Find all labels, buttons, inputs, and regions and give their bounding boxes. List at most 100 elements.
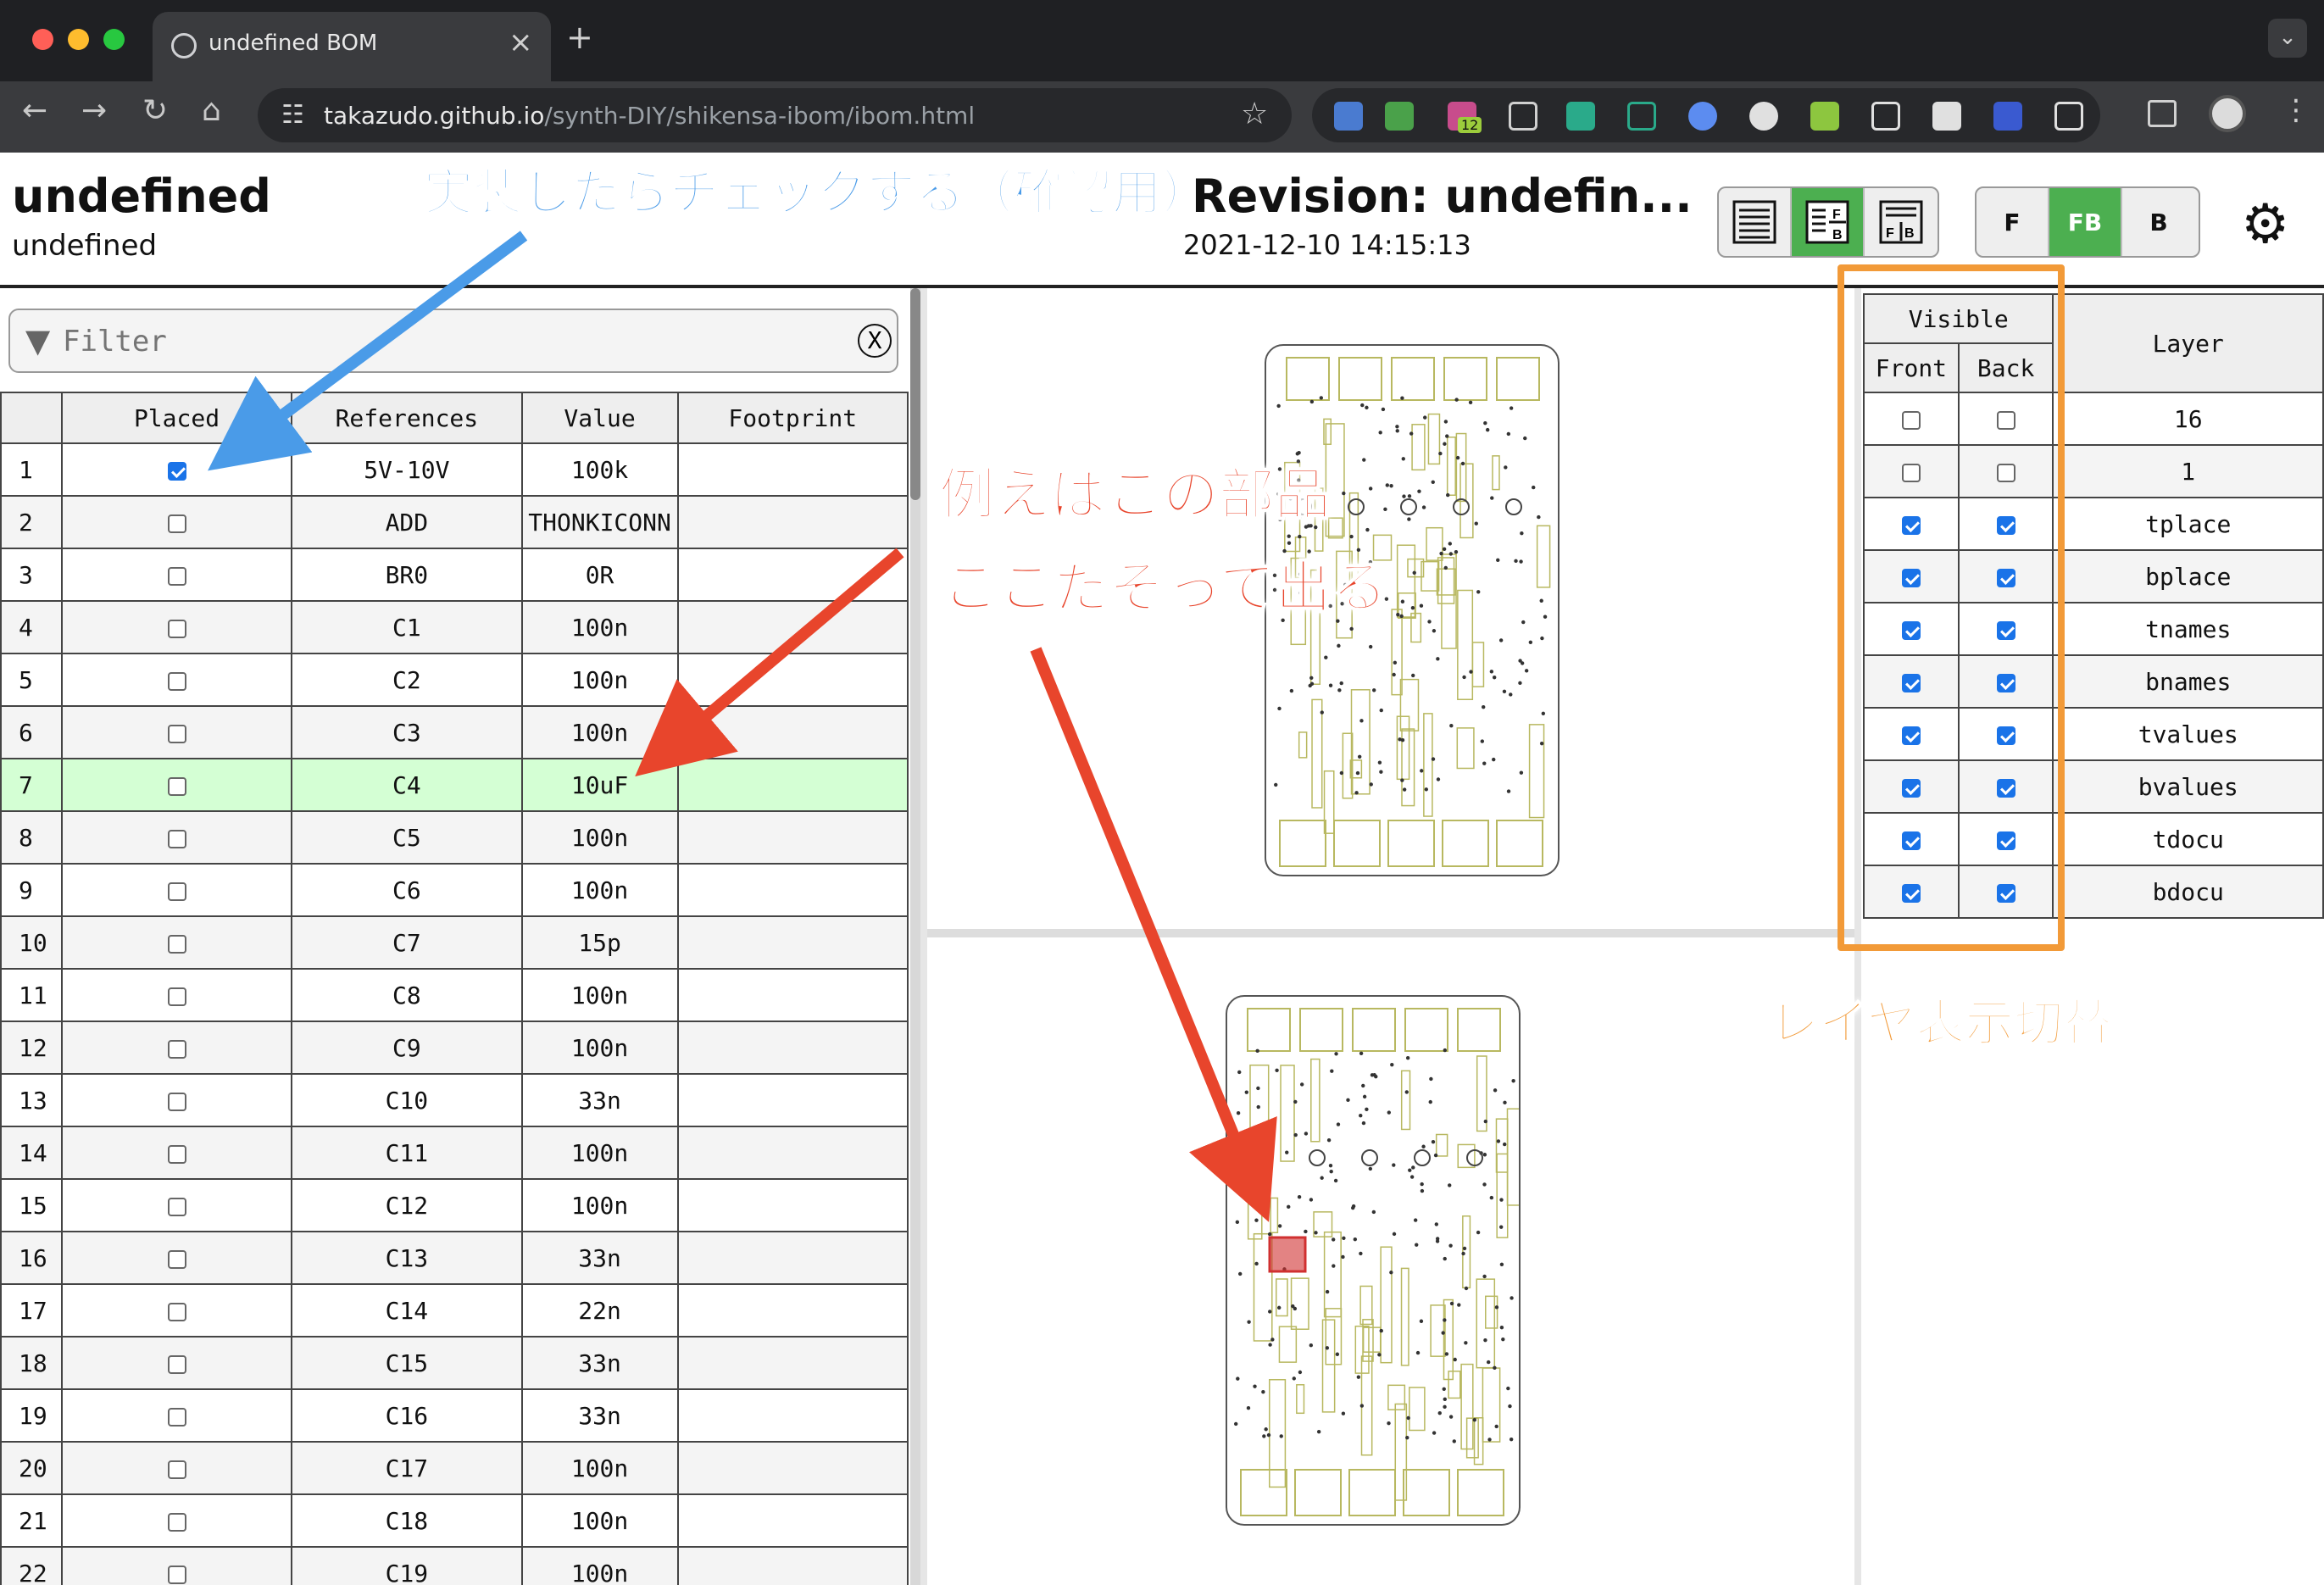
front-visible-checkbox[interactable]	[1901, 463, 1921, 482]
col-num-header[interactable]	[0, 392, 63, 444]
extension-icon[interactable]: 12	[1448, 102, 1482, 133]
table-row[interactable]: 22 C19 100n	[0, 1546, 909, 1585]
horizontal-splitter[interactable]	[927, 929, 1856, 937]
bom-top-drawings-bottom-button[interactable]: FB	[1865, 188, 1938, 256]
forward-icon[interactable]: →	[81, 93, 107, 128]
placed-checkbox[interactable]	[167, 514, 186, 533]
home-icon[interactable]: ⌂	[202, 93, 221, 128]
placed-checkbox[interactable]	[167, 566, 186, 586]
extension-icon[interactable]	[1688, 102, 1717, 131]
extension-icon[interactable]	[1566, 102, 1595, 131]
placed-checkbox[interactable]	[167, 1407, 186, 1426]
back-visible-checkbox[interactable]	[1996, 673, 2015, 692]
settings-gear-icon[interactable]: ⚙	[2241, 193, 2289, 256]
table-row[interactable]: 14 C11 100n	[0, 1126, 909, 1180]
placed-checkbox[interactable]	[167, 776, 186, 796]
table-row[interactable]: 11 C8 100n	[0, 968, 909, 1022]
front-visible-checkbox[interactable]	[1901, 883, 1921, 903]
back-visible-checkbox[interactable]	[1996, 410, 2015, 430]
address-bar[interactable]: ☷ takazudo.github.io/synth-DIY/shikensa-…	[258, 88, 1292, 142]
table-row[interactable]: 9 C6 100n	[0, 863, 909, 917]
placed-checkbox[interactable]	[167, 724, 186, 743]
col-references-header[interactable]: References	[291, 392, 523, 444]
table-row[interactable]: 20 C17 100n	[0, 1441, 909, 1495]
placed-checkbox[interactable]	[167, 1302, 186, 1321]
extension-icon[interactable]	[1993, 102, 2022, 131]
front-visible-checkbox[interactable]	[1901, 831, 1921, 850]
placed-checkbox[interactable]	[167, 1354, 186, 1374]
table-row[interactable]: 3 BR0 0R	[0, 548, 909, 602]
side-panel-icon[interactable]	[2148, 100, 2177, 127]
bom-left-drawings-right-button[interactable]: FB	[1792, 188, 1865, 256]
back-visible-checkbox[interactable]	[1996, 726, 2015, 745]
site-info-icon[interactable]: ☷	[281, 100, 304, 130]
placed-checkbox[interactable]	[167, 1249, 186, 1269]
extension-icon[interactable]	[1749, 102, 1778, 131]
table-row[interactable]: 5 C2 100n	[0, 653, 909, 707]
table-row[interactable]: 12 C9 100n	[0, 1021, 909, 1075]
front-back-layer-button[interactable]: FB	[2049, 188, 2122, 256]
back-visible-checkbox[interactable]	[1996, 568, 2015, 587]
back-icon[interactable]: ←	[22, 93, 47, 128]
close-tab-icon[interactable]: ×	[509, 25, 533, 59]
qr-icon[interactable]	[1932, 102, 1961, 131]
browser-menu-icon[interactable]: ⋮	[2282, 93, 2310, 127]
table-row[interactable]: 6 C3 100n	[0, 705, 909, 759]
placed-checkbox[interactable]	[167, 1039, 186, 1059]
browser-tab[interactable]: undefined BOM ×	[153, 12, 551, 81]
table-row[interactable]: 16 C13 33n	[0, 1231, 909, 1285]
front-visible-checkbox[interactable]	[1901, 568, 1921, 587]
new-tab-button[interactable]: +	[566, 19, 593, 56]
front-visible-checkbox[interactable]	[1901, 515, 1921, 535]
right-splitter[interactable]	[1854, 288, 1861, 1585]
extension-icon[interactable]	[1385, 102, 1414, 131]
placed-checkbox[interactable]	[167, 1144, 186, 1164]
scrollbar-thumb[interactable]	[910, 288, 920, 500]
filter-input[interactable]	[63, 322, 826, 361]
close-window-button[interactable]	[32, 29, 53, 50]
back-visible-checkbox[interactable]	[1996, 515, 2015, 535]
col-placed-header[interactable]: Placed	[60, 392, 293, 444]
placed-checkbox[interactable]	[167, 1460, 186, 1479]
placed-checkbox[interactable]	[167, 671, 186, 691]
front-layer-button[interactable]: F	[1977, 188, 2049, 256]
front-visible-checkbox[interactable]	[1901, 778, 1921, 798]
placed-checkbox[interactable]	[167, 934, 186, 954]
url-text[interactable]: takazudo.github.io/synth-DIY/shikensa-ib…	[324, 102, 975, 130]
placed-checkbox[interactable]	[167, 987, 186, 1006]
extension-icon[interactable]	[1509, 102, 1537, 131]
placed-checkbox[interactable]	[167, 461, 186, 481]
table-row[interactable]: 1 5V-10V 100k	[0, 442, 909, 497]
table-row[interactable]: 7 C4 10uF	[0, 758, 909, 812]
back-visible-checkbox[interactable]	[1996, 831, 2015, 850]
front-visible-checkbox[interactable]	[1901, 410, 1921, 430]
bom-scrollbar[interactable]	[910, 288, 920, 1585]
minimize-window-button[interactable]	[68, 29, 89, 50]
table-row[interactable]: 8 C5 100n	[0, 810, 909, 865]
puzzle-icon[interactable]	[2054, 102, 2083, 131]
col-value-header[interactable]: Value	[520, 392, 679, 444]
placed-checkbox[interactable]	[167, 829, 186, 848]
bom-only-button[interactable]	[1719, 188, 1792, 256]
vertical-splitter[interactable]	[920, 288, 927, 1585]
table-row[interactable]: 18 C15 33n	[0, 1336, 909, 1390]
back-visible-checkbox[interactable]	[1996, 883, 2015, 903]
extension-icon[interactable]	[1627, 102, 1656, 131]
table-row[interactable]: 4 C1 100n	[0, 600, 909, 654]
col-footprint-header[interactable]: Footprint	[676, 392, 909, 444]
placed-checkbox[interactable]	[167, 619, 186, 638]
placed-checkbox[interactable]	[167, 1512, 186, 1532]
front-visible-checkbox[interactable]	[1901, 673, 1921, 692]
table-row[interactable]: 2 ADD THONKICONN	[0, 495, 909, 549]
front-visible-checkbox[interactable]	[1901, 726, 1921, 745]
tab-search-button[interactable]: ⌄	[2268, 19, 2307, 58]
reload-icon[interactable]: ↻	[142, 93, 168, 128]
table-row[interactable]: 19 C16 33n	[0, 1388, 909, 1443]
placed-checkbox[interactable]	[167, 881, 186, 901]
profile-avatar[interactable]	[2209, 95, 2246, 132]
back-visible-checkbox[interactable]	[1996, 620, 2015, 640]
back-visible-checkbox[interactable]	[1996, 778, 2015, 798]
table-row[interactable]: 10 C7 15p	[0, 915, 909, 970]
pcb-back-view[interactable]	[1226, 995, 1521, 1526]
table-row[interactable]: 13 C10 33n	[0, 1073, 909, 1127]
